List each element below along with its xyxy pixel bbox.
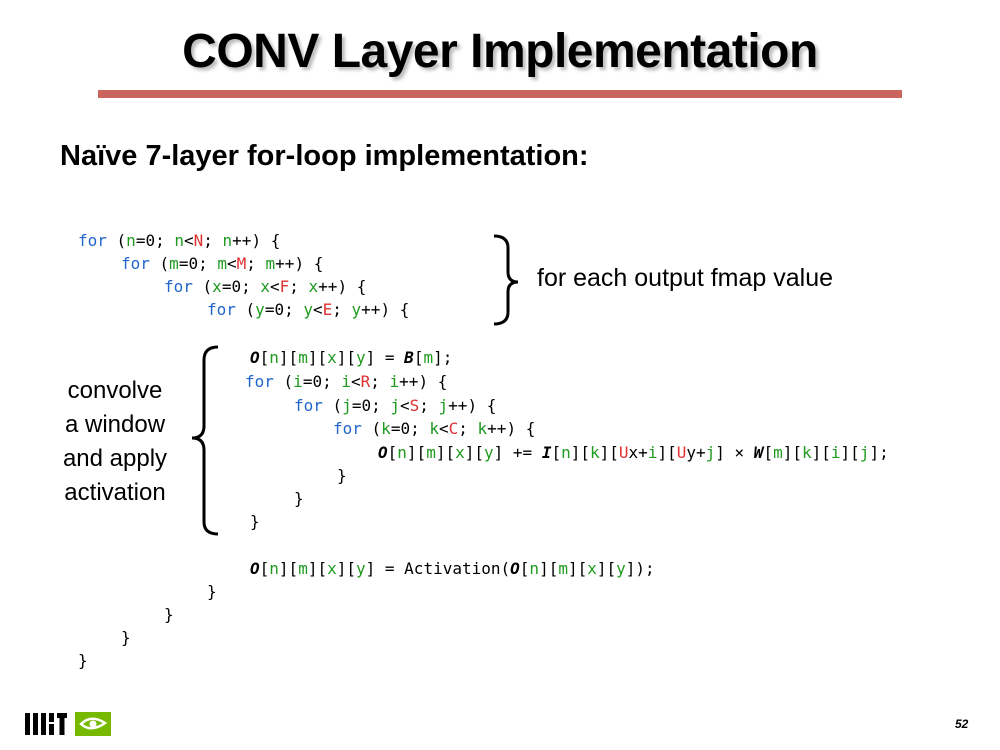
label-output-fmap: for each output fmap value [537, 264, 834, 292]
code-close-m: } [121, 628, 131, 647]
label-line: activation [64, 479, 166, 506]
label-line: convolve [67, 377, 163, 404]
code-line-activation: O[n][m][x][y] = Activation(O[n][m][x][y]… [250, 559, 655, 578]
code-close-j: } [294, 489, 304, 508]
code-line-for-j: for (j=0; j<S; j++) { [294, 396, 497, 415]
code-close-i: } [250, 512, 260, 531]
code-close-k: } [337, 466, 347, 485]
code-line-for-x: for (x=0; x<F; x++) { [164, 277, 367, 296]
code-line-mac: O[n][m][x][y] += I[n][k][Ux+i][Uy+j] × W… [378, 443, 889, 462]
code-close-y: } [207, 582, 217, 601]
label-convolve: convolve a window and apply activation [40, 374, 190, 510]
code-line-for-i: for (i=0; i<R; i++) { [245, 372, 448, 391]
nvidia-logo [75, 712, 111, 736]
code-line-for-m: for (m=0; m<M; m++) { [121, 254, 324, 273]
code-line-for-n: for (n=0; n<N; n++) { [78, 231, 281, 250]
slide-title: CONV Layer Implementation [182, 25, 818, 78]
label-line: a window [64, 411, 166, 438]
label-line: and apply [62, 445, 168, 472]
code-line-for-y: for (y=0; y<E; y++) { [207, 300, 410, 319]
mit-logo [25, 712, 111, 736]
code-close-n: } [78, 651, 88, 670]
code-line-for-k: for (k=0; k<C; k++) { [333, 419, 536, 438]
page-number: 52 [955, 717, 969, 731]
code-line-bias-init: O[n][m][x][y] = B[m]; [250, 348, 453, 367]
code-close-x: } [164, 605, 174, 624]
title-rule [98, 90, 902, 98]
slide-subtitle: Naïve 7-layer for-loop implementation: [60, 140, 589, 172]
